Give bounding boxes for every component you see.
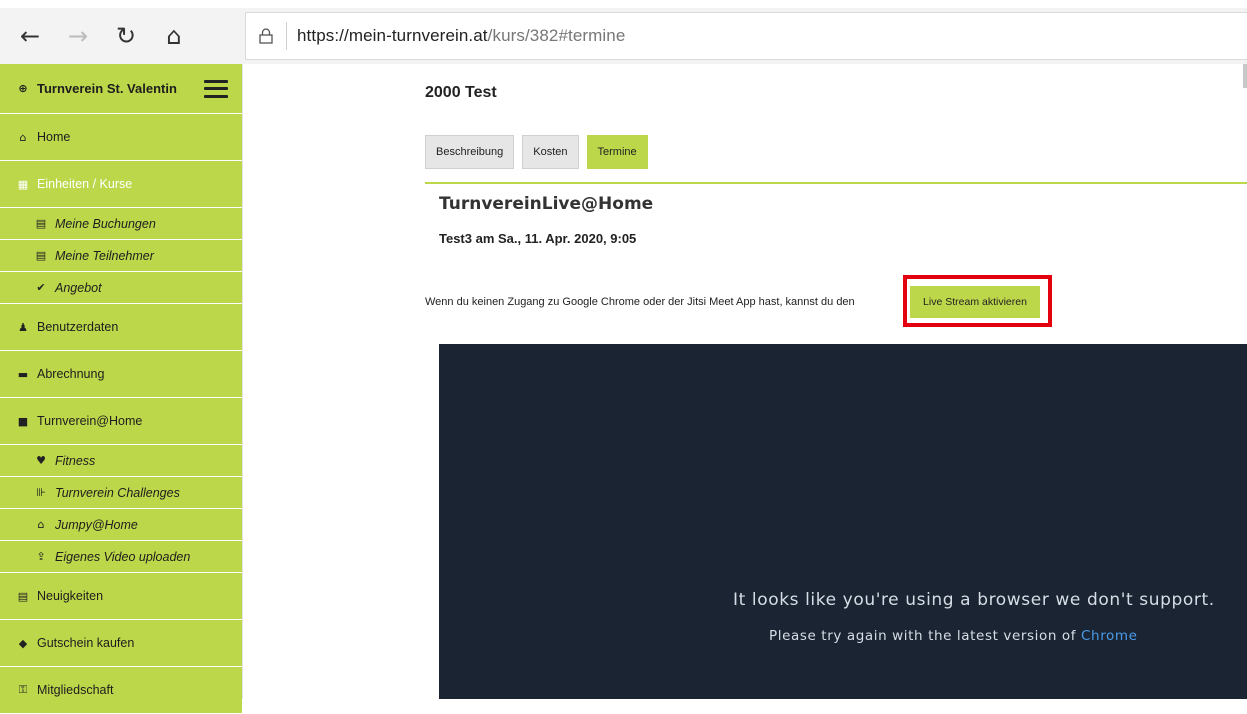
chrome-link[interactable]: Chrome: [1081, 628, 1138, 644]
sidebar-item-label: Abrechnung: [37, 367, 105, 381]
sidebar-item-meine-buchungen[interactable]: ▤ Meine Buchungen: [0, 208, 242, 240]
sidebar-item-label: Einheiten / Kurse: [37, 177, 133, 191]
retry-text: Please try again with the latest version…: [769, 628, 1077, 644]
section-title: TurnvereinLive@Home: [439, 194, 654, 214]
sidebar-item-label: Eigenes Video uploaden: [55, 549, 191, 564]
sidebar-item-jumpy-home[interactable]: ⌂ Jumpy@Home: [0, 509, 242, 541]
browser-toolbar: ← → ↻ ⌂ https://mein-turnverein.at/kurs/…: [0, 8, 1247, 64]
home-icon: ⌂: [37, 518, 45, 531]
users-icon: ♟: [18, 320, 28, 334]
sidebar: ⊕ Turnverein St. Valentin ⌂ Home ▦ Einheit…: [0, 64, 243, 714]
sidebar-item-abrechnung[interactable]: ▬ Abrechnung: [0, 351, 242, 398]
scrollbar[interactable]: [1243, 64, 1247, 88]
url-path: /kurs/382#termine: [487, 26, 626, 45]
tag-icon: ◆: [18, 636, 28, 650]
money-icon: ▬: [17, 367, 29, 381]
address-divider: [286, 22, 287, 50]
upload-icon: ⇪: [36, 550, 46, 563]
dumbbell-icon: ⊪: [36, 486, 46, 499]
sidebar-item-neuigkeiten[interactable]: ▤ Neuigkeiten: [0, 573, 242, 620]
sidebar-item-label: Neuigkeiten: [37, 589, 104, 603]
sidebar-item-label: Turnverein Challenges: [55, 485, 180, 500]
sidebar-item-mitgliedschaft[interactable]: ⚿ Mitgliedschaft: [0, 667, 242, 714]
sidebar-item-meine-teilnehmer[interactable]: ▤ Meine Teilnehmer: [0, 240, 242, 272]
list-icon: ▤: [35, 217, 47, 230]
forward-icon[interactable]: →: [54, 12, 102, 60]
sidebar-item-label: Turnverein@Home: [37, 414, 143, 428]
sidebar-item-label: Angebot: [55, 280, 102, 295]
live-stream-note: Wenn du keinen Zugang zu Google Chrome o…: [425, 296, 855, 308]
sidebar-item-einheiten-kurse[interactable]: ▦ Einheiten / Kurse: [0, 161, 242, 208]
check-icon: ✔: [36, 281, 46, 294]
url-text[interactable]: https://mein-turnverein.at/kurs/382#term…: [297, 26, 625, 46]
sidebar-item-label: Home: [37, 130, 71, 144]
globe-icon: ⊕: [18, 82, 28, 95]
retry-message: Please try again with the latest version…: [769, 628, 1138, 644]
sidebar-item-gutschein-kaufen[interactable]: ◆ Gutschein kaufen: [0, 620, 242, 667]
tab-kosten[interactable]: Kosten: [522, 135, 579, 169]
sidebar-item-label: Meine Teilnehmer: [55, 248, 154, 263]
tab-beschreibung[interactable]: Beschreibung: [425, 135, 515, 169]
page-title: 2000 Test: [425, 84, 497, 101]
sidebar-item-turnverein-challenges[interactable]: ⊪ Turnverein Challenges: [0, 477, 242, 509]
sidebar-item-label: Gutschein kaufen: [37, 636, 135, 650]
video-icon: ■: [17, 414, 29, 428]
sidebar-item-fitness[interactable]: ♥ Fitness: [0, 445, 242, 477]
grid-icon: ▦: [17, 177, 29, 191]
sidebar-item-angebot[interactable]: ✔ Angebot: [0, 272, 242, 304]
refresh-icon[interactable]: ↻: [102, 12, 150, 60]
highlight-box: [903, 275, 1052, 327]
url-host: https://mein-turnverein.at: [297, 26, 488, 45]
tab-divider: [425, 182, 1247, 184]
home-icon: ⌂: [19, 130, 27, 144]
sidebar-item-benutzerdaten[interactable]: ♟ Benutzerdaten: [0, 304, 242, 351]
tab-termine[interactable]: Termine: [586, 135, 648, 169]
address-bar[interactable]: https://mein-turnverein.at/kurs/382#term…: [245, 12, 1247, 60]
session-info: Test3 am Sa., 11. Apr. 2020, 9:05: [439, 231, 637, 246]
video-player[interactable]: It looks like you're using a browser we …: [439, 344, 1247, 699]
main-content: 2000 Test Beschreibung Kosten Termine Tu…: [243, 64, 1247, 699]
brand-name: Turnverein St. Valentin: [37, 81, 177, 96]
sidebar-item-label: Fitness: [55, 453, 96, 468]
sidebar-item-label: Mitgliedschaft: [37, 683, 114, 697]
newspaper-icon: ▤: [17, 589, 29, 603]
back-icon[interactable]: ←: [6, 12, 54, 60]
browser-frame: ← → ↻ ⌂ https://mein-turnverein.at/kurs/…: [0, 0, 1247, 70]
sidebar-item-eigenes-video-uploaden[interactable]: ⇪ Eigenes Video uploaden: [0, 541, 242, 573]
sidebar-item-label: Benutzerdaten: [37, 320, 119, 334]
lock-icon: [246, 28, 286, 44]
unlock-icon: ⚿: [18, 683, 28, 696]
course-tabs: Beschreibung Kosten Termine: [425, 135, 656, 169]
heart-icon: ♥: [36, 454, 46, 467]
list-icon: ▤: [35, 249, 47, 262]
sidebar-brand[interactable]: ⊕ Turnverein St. Valentin: [0, 64, 242, 114]
unsupported-message: It looks like you're using a browser we …: [733, 590, 1215, 610]
sidebar-item-home[interactable]: ⌂ Home: [0, 114, 242, 161]
hamburger-menu-icon[interactable]: [204, 79, 228, 98]
nav-buttons: ← → ↻ ⌂: [0, 8, 236, 64]
sidebar-item-label: Meine Buchungen: [55, 216, 156, 231]
home-icon[interactable]: ⌂: [150, 12, 198, 60]
sidebar-item-label: Jumpy@Home: [55, 517, 138, 532]
sidebar-item-turnverein-home[interactable]: ■ Turnverein@Home: [0, 398, 242, 445]
